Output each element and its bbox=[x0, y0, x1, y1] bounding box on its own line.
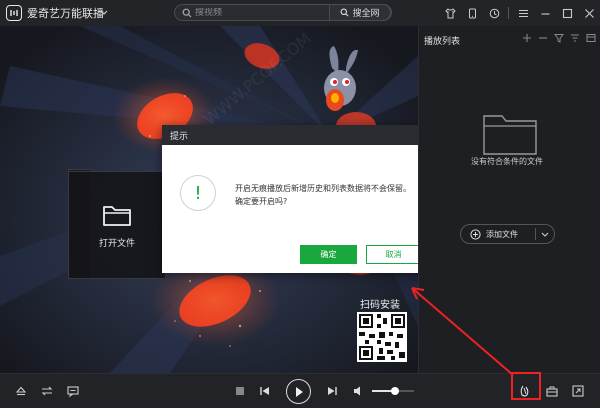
dialog-message-line1: 开启无痕播放后新增历史和列表数据将不会保留。 bbox=[235, 184, 411, 193]
window-controls bbox=[439, 0, 600, 26]
loop-icon[interactable] bbox=[40, 384, 54, 398]
iqiyi-logo-icon bbox=[6, 5, 22, 21]
add-file-button[interactable]: 添加文件 bbox=[460, 224, 555, 244]
minus-icon[interactable] bbox=[538, 33, 548, 43]
divider bbox=[508, 7, 509, 19]
stop-icon[interactable] bbox=[233, 384, 247, 398]
volume-icon[interactable] bbox=[352, 384, 366, 398]
maximize-icon[interactable] bbox=[556, 0, 578, 26]
subtitle-icon[interactable] bbox=[66, 384, 80, 398]
volume-slider[interactable] bbox=[372, 387, 414, 395]
eject-icon[interactable] bbox=[14, 384, 28, 398]
add-file-label: 添加文件 bbox=[486, 229, 518, 239]
search-input[interactable] bbox=[195, 7, 307, 18]
empty-playlist-message: 没有符合条件的文件 bbox=[471, 157, 543, 166]
search-icon bbox=[341, 8, 349, 17]
confirm-button[interactable]: 确定 bbox=[300, 245, 357, 264]
divider bbox=[535, 228, 536, 240]
filter-icon[interactable] bbox=[554, 33, 564, 43]
chevron-down-icon[interactable] bbox=[541, 231, 549, 238]
app-title: 爱奇艺万能联播 bbox=[27, 7, 104, 20]
confirm-dialog: 提示 ! 开启无痕播放后新增历史和列表数据将不会保留。 确定要开启吗? 确定 取… bbox=[162, 125, 440, 273]
next-icon[interactable] bbox=[325, 384, 339, 398]
play-button[interactable] bbox=[286, 379, 311, 404]
dialog-message-line2: 确定要开启吗? bbox=[235, 197, 288, 206]
search-all-button[interactable]: 搜全网 bbox=[329, 4, 391, 21]
tshirt-skin-icon[interactable] bbox=[439, 0, 461, 26]
fullscreen-icon[interactable] bbox=[571, 384, 585, 398]
search-all-label: 搜全网 bbox=[352, 9, 380, 19]
minimize-icon[interactable] bbox=[534, 0, 556, 26]
sort-icon[interactable] bbox=[570, 33, 580, 43]
toolbox-icon[interactable] bbox=[545, 384, 559, 398]
close-icon[interactable] bbox=[578, 0, 600, 26]
phone-icon[interactable] bbox=[461, 0, 483, 26]
open-file-button[interactable]: 打开文件 bbox=[68, 171, 166, 279]
empty-folder-icon bbox=[483, 115, 537, 155]
playlist-title: 播放列表 bbox=[424, 37, 461, 47]
dialog-header: 提示 bbox=[162, 125, 440, 145]
search-bar: 搜全网 bbox=[174, 4, 392, 21]
search-icon bbox=[182, 8, 192, 17]
previous-icon[interactable] bbox=[258, 384, 272, 398]
title-bar: 爱奇艺万能联播 搜全网 bbox=[0, 0, 600, 26]
plus-icon[interactable] bbox=[522, 33, 532, 43]
layout-icon[interactable] bbox=[586, 33, 596, 43]
open-file-label: 打开文件 bbox=[98, 238, 135, 249]
qr-code-image bbox=[357, 312, 407, 362]
control-bar bbox=[0, 373, 600, 408]
scan-install-label: 扫码安装 bbox=[360, 300, 400, 311]
dialog-title: 提示 bbox=[170, 131, 189, 142]
highlight-box bbox=[511, 372, 541, 400]
chevron-down-icon[interactable] bbox=[100, 9, 108, 17]
clock-icon[interactable] bbox=[483, 0, 505, 26]
folder-icon bbox=[103, 205, 131, 226]
play-icon bbox=[295, 386, 303, 397]
exclamation-icon: ! bbox=[180, 175, 216, 211]
playlist-toolbar bbox=[522, 33, 596, 43]
volume-knob[interactable] bbox=[391, 387, 400, 395]
menu-icon[interactable] bbox=[512, 0, 534, 26]
playlist-panel: 播放列表 没有符合条件的文件 添加文件 bbox=[418, 26, 600, 373]
cancel-button[interactable]: 取消 bbox=[366, 245, 421, 264]
plus-circle-icon bbox=[470, 228, 481, 240]
